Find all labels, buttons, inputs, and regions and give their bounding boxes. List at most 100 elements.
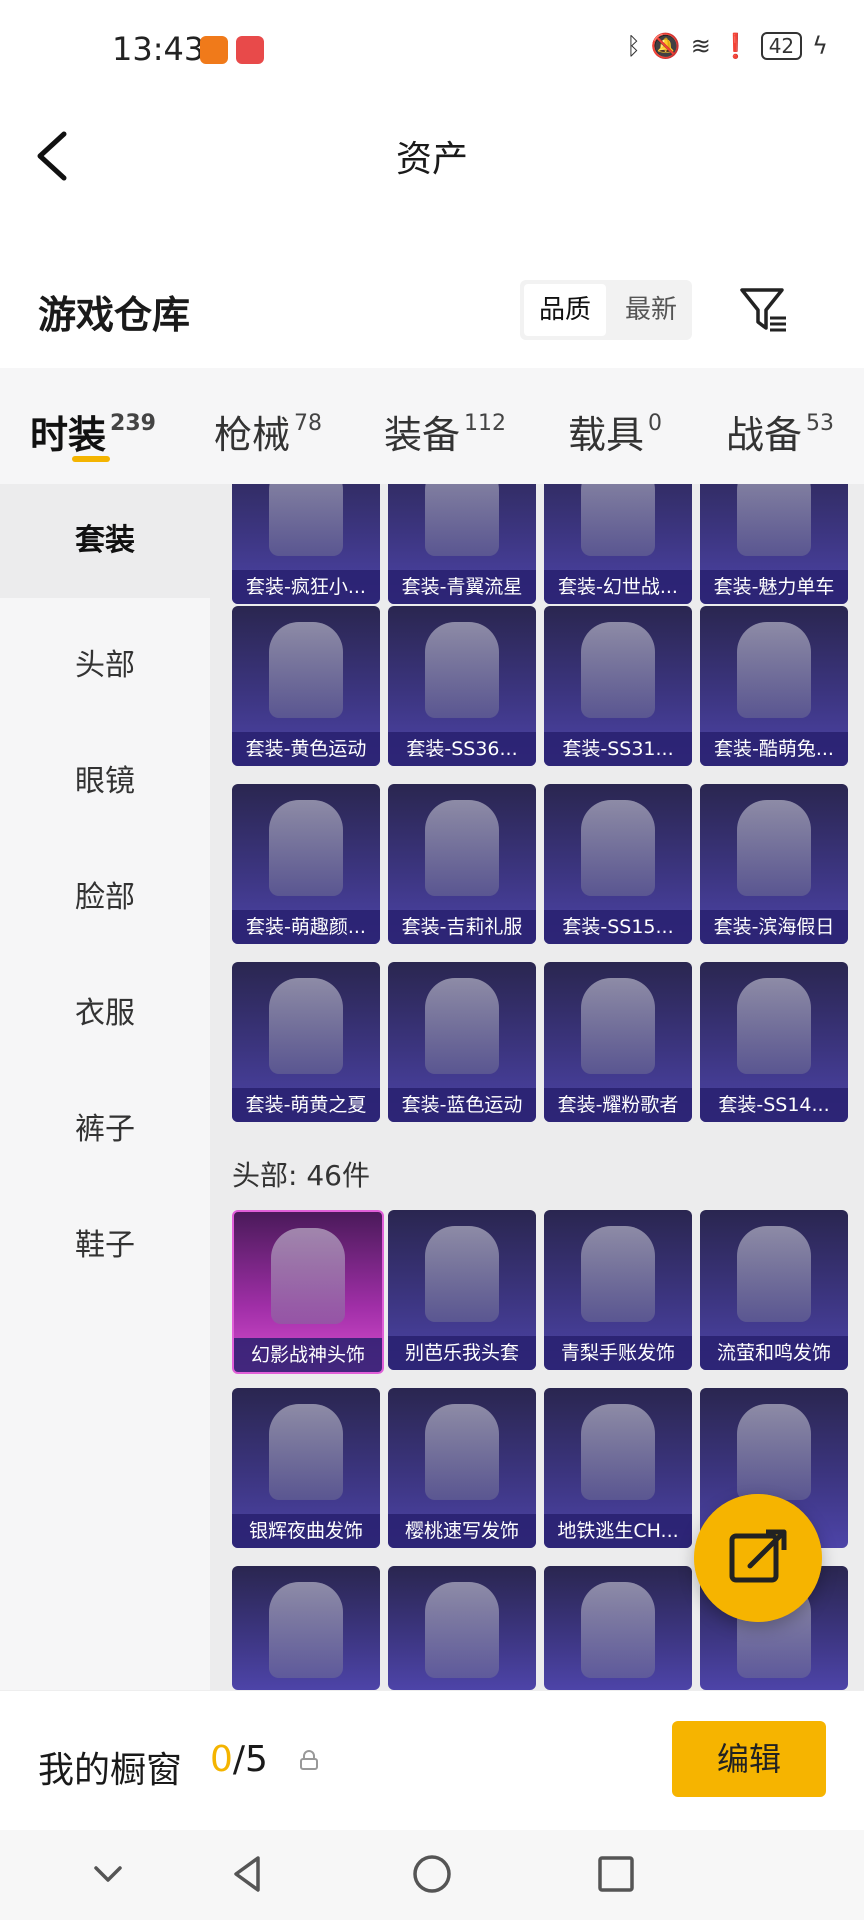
item-label: 套装-幻世战... xyxy=(544,570,692,604)
suit-card[interactable]: 套装-SS15... xyxy=(544,784,692,944)
head-item-card[interactable]: 别芭乐我头套 xyxy=(388,1210,536,1370)
showcase-label: 我的橱窗 xyxy=(38,1750,183,1791)
item-figure xyxy=(269,1404,343,1500)
item-figure xyxy=(425,800,499,896)
mute-icon: 🔕 xyxy=(650,32,681,60)
wifi-icon: ≋ xyxy=(690,32,711,60)
item-label: 地铁逃生CH... xyxy=(544,1514,692,1548)
head-section-title: 头部: 46件 xyxy=(232,1159,370,1192)
item-label: 幻影战神头饰 xyxy=(234,1338,382,1372)
page-title: 资产 xyxy=(395,139,468,180)
suit-card[interactable]: 套装-酷萌兔... xyxy=(700,606,848,766)
item-figure xyxy=(425,1582,499,1678)
suit-card[interactable]: 套装-萌黄之夏 xyxy=(232,962,380,1122)
item-figure xyxy=(425,1226,499,1322)
charging-icon: ϟ xyxy=(812,32,828,60)
head-item-card[interactable]: 青梨手账发饰 xyxy=(544,1210,692,1370)
sort-newest-button[interactable]: 最新 xyxy=(610,280,692,340)
head-item-card[interactable] xyxy=(388,1566,536,1690)
tab-vehicles[interactable]: 载具 0 xyxy=(568,404,662,459)
sidebar: 套装 头部 眼镜 脸部 衣服 裤子 鞋子 xyxy=(0,484,210,1690)
suit-card[interactable]: 套装-滨海假日 xyxy=(700,784,848,944)
sidebar-item-pants[interactable]: 裤子 xyxy=(0,1104,210,1148)
suit-card[interactable]: 套装-耀粉歌者 xyxy=(544,962,692,1122)
suit-card[interactable]: 套装-SS36... xyxy=(388,606,536,766)
item-figure xyxy=(737,622,811,718)
sort-toggle: 品质 最新 xyxy=(520,280,692,340)
item-figure xyxy=(737,800,811,896)
head-item-card[interactable]: 地铁逃生CH... xyxy=(544,1388,692,1548)
suit-card[interactable]: 套装-黄色运动 xyxy=(232,606,380,766)
alert-icon: ❗ xyxy=(720,32,751,60)
item-label: 套装-疯狂小... xyxy=(232,570,380,604)
tab-fashion[interactable]: 时装 239 xyxy=(30,404,156,459)
item-figure xyxy=(737,978,811,1074)
bluetooth-icon: ᛒ xyxy=(626,32,641,60)
status-bar: 13:43 ᛒ 🔕 ≋ ❗ 42 ϟ xyxy=(0,0,864,100)
item-label: 套装-魅力单车 xyxy=(700,570,848,604)
suit-card[interactable]: 套装-蓝色运动 xyxy=(388,962,536,1122)
item-figure xyxy=(737,1226,811,1322)
sidebar-item-suits[interactable]: 套装 xyxy=(0,484,210,598)
item-label: 套装-酷萌兔... xyxy=(700,732,848,766)
item-figure xyxy=(269,622,343,718)
item-label: 套装-青翼流星 xyxy=(388,570,536,604)
status-icons: ᛒ 🔕 ≋ ❗ 42 ϟ xyxy=(626,32,828,60)
item-label: 套装-SS31... xyxy=(544,732,692,766)
header: 资产 xyxy=(0,100,864,210)
system-nav-bar xyxy=(0,1830,864,1920)
sidebar-item-shoes[interactable]: 鞋子 xyxy=(0,1220,210,1264)
item-figure xyxy=(737,1404,811,1500)
nav-back-icon[interactable] xyxy=(224,1850,272,1898)
item-label: 套装-耀粉歌者 xyxy=(544,1088,692,1122)
suit-card[interactable]: 套装-SS14... xyxy=(700,962,848,1122)
tab-guns[interactable]: 枪械 78 xyxy=(214,404,322,459)
head-item-card[interactable]: 流萤和鸣发饰 xyxy=(700,1210,848,1370)
showcase-bar: 我的橱窗 0/5 编辑 xyxy=(0,1690,864,1831)
suit-card[interactable]: 套装-萌趣颜... xyxy=(232,784,380,944)
tab-equipment[interactable]: 装备 112 xyxy=(384,404,506,459)
suit-card[interactable]: 套装-SS31... xyxy=(544,606,692,766)
app-notification-icon xyxy=(200,36,228,64)
item-figure xyxy=(581,1582,655,1678)
chevron-down-icon[interactable] xyxy=(84,1850,132,1898)
item-figure xyxy=(269,978,343,1074)
sort-quality-button[interactable]: 品质 xyxy=(524,284,606,336)
head-item-card[interactable] xyxy=(232,1566,380,1690)
item-figure xyxy=(271,1228,345,1324)
category-tabs: 时装 239 枪械 78 装备 112 载具 0 战备 53 xyxy=(0,368,864,484)
lock-icon xyxy=(300,1750,318,1770)
nav-home-icon[interactable] xyxy=(408,1850,456,1898)
head-item-card[interactable]: 银辉夜曲发饰 xyxy=(232,1388,380,1548)
showcase-count: 0/5 xyxy=(210,1739,268,1780)
item-label: 别芭乐我头套 xyxy=(388,1336,536,1370)
sidebar-item-face[interactable]: 脸部 xyxy=(0,872,210,916)
head-item-card[interactable] xyxy=(544,1566,692,1690)
item-label: 套装-蓝色运动 xyxy=(388,1088,536,1122)
item-figure xyxy=(269,1582,343,1678)
item-label: 套装-SS14... xyxy=(700,1088,848,1122)
item-figure xyxy=(425,622,499,718)
item-label: 套装-萌趣颜... xyxy=(232,910,380,944)
head-item-card[interactable]: 樱桃速写发饰 xyxy=(388,1388,536,1548)
app-notification-icon-2 xyxy=(236,36,264,64)
item-figure xyxy=(581,1404,655,1500)
head-item-card[interactable]: 幻影战神头饰 xyxy=(232,1210,384,1374)
item-figure xyxy=(581,978,655,1074)
item-label: 樱桃速写发饰 xyxy=(388,1514,536,1548)
sidebar-item-clothes[interactable]: 衣服 xyxy=(0,988,210,1032)
item-label: 套装-黄色运动 xyxy=(232,732,380,766)
item-figure xyxy=(581,800,655,896)
filter-icon[interactable] xyxy=(738,284,790,336)
item-label: 套装-SS36... xyxy=(388,732,536,766)
share-fab-icon[interactable] xyxy=(694,1494,822,1622)
sidebar-item-glasses[interactable]: 眼镜 xyxy=(0,756,210,800)
item-label: 流萤和鸣发饰 xyxy=(700,1336,848,1370)
nav-recents-icon[interactable] xyxy=(592,1850,640,1898)
item-label: 套装-SS15... xyxy=(544,910,692,944)
suit-card[interactable]: 套装-吉莉礼服 xyxy=(388,784,536,944)
edit-button[interactable]: 编辑 xyxy=(672,1721,826,1797)
item-figure xyxy=(425,978,499,1074)
sidebar-item-head[interactable]: 头部 xyxy=(0,640,210,684)
tab-supplies[interactable]: 战备 53 xyxy=(726,404,834,459)
